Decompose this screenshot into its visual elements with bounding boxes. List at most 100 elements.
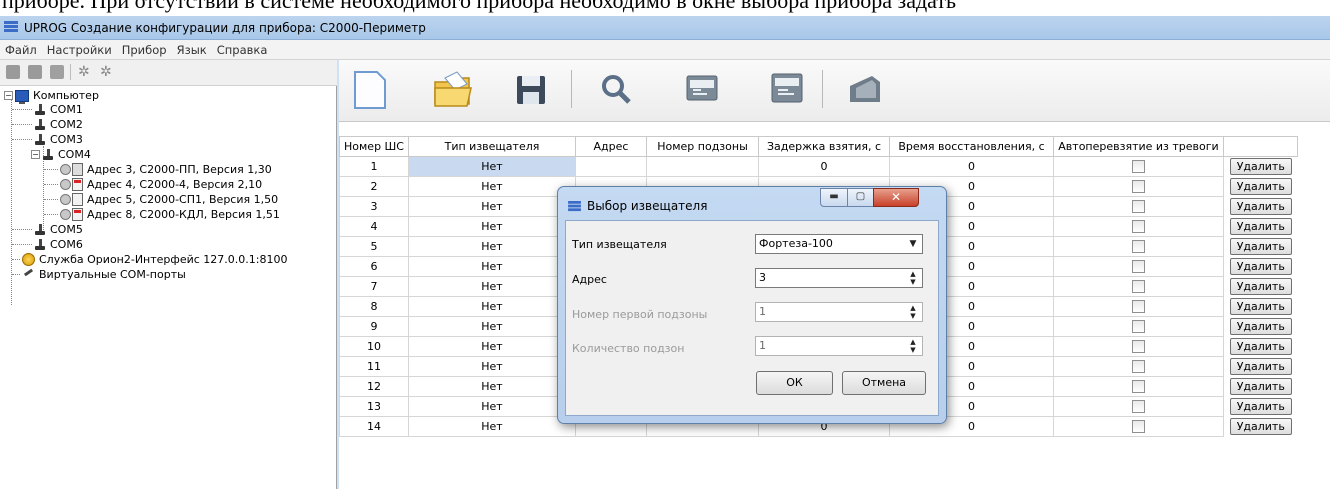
save-icon[interactable] — [50, 65, 64, 79]
detector-type-cell[interactable]: Нет — [408, 196, 576, 217]
delete-button[interactable]: Удалить — [1229, 218, 1292, 235]
delete-button[interactable]: Удалить — [1229, 318, 1292, 335]
menu-file[interactable]: Файл — [0, 40, 42, 57]
new-icon[interactable] — [6, 65, 20, 79]
address-cell[interactable] — [575, 156, 647, 177]
detector-type-cell[interactable]: Нет — [408, 276, 576, 297]
auto-rearm-checkbox[interactable] — [1132, 360, 1145, 374]
delete-button[interactable]: Удалить — [1229, 278, 1292, 295]
tree-item-com1[interactable]: COM1 — [12, 102, 83, 117]
loop-number-cell[interactable]: 11 — [339, 356, 409, 377]
collapse-icon[interactable]: − — [4, 91, 13, 100]
detector-type-cell[interactable]: Нет — [408, 236, 576, 257]
delete-button[interactable]: Удалить — [1229, 298, 1292, 315]
col-header-restore-time[interactable]: Время восстановления, с — [889, 136, 1054, 157]
menu-help[interactable]: Справка — [212, 40, 273, 57]
read-config-icon[interactable] — [679, 68, 725, 112]
detector-type-cell[interactable]: Нет — [408, 296, 576, 317]
tree-item-com5[interactable]: COM5 — [12, 222, 83, 237]
tree-item-device[interactable]: Адрес 3, С2000-ПП, Версия 1,30 — [44, 162, 272, 177]
detector-type-cell[interactable]: Нет — [408, 376, 576, 397]
auto-rearm-checkbox[interactable] — [1132, 200, 1145, 214]
delete-button[interactable]: Удалить — [1229, 338, 1292, 355]
ok-button[interactable]: ОК — [756, 371, 833, 395]
minimize-icon[interactable]: ▬ — [820, 188, 848, 207]
open-icon[interactable] — [28, 65, 42, 79]
delete-button[interactable]: Удалить — [1229, 258, 1292, 275]
loop-number-cell[interactable]: 2 — [339, 176, 409, 197]
tree-item-device[interactable]: Адрес 5, С2000-СП1, Версия 1,50 — [44, 192, 278, 207]
detector-type-cell[interactable]: Нет — [408, 156, 576, 177]
detector-type-cell[interactable]: Нет — [408, 356, 576, 377]
auto-rearm-checkbox[interactable] — [1132, 320, 1145, 334]
loop-number-cell[interactable]: 6 — [339, 256, 409, 277]
tree-item-service[interactable]: Служба Орион2-Интерфейс 127.0.0.1:8100 — [12, 252, 287, 267]
tree-item-computer[interactable]: − Компьютер — [4, 88, 99, 104]
delete-button[interactable]: Удалить — [1229, 358, 1292, 375]
gears-icon[interactable]: ✲ — [100, 65, 114, 79]
delete-button[interactable]: Удалить — [1229, 198, 1292, 215]
delete-button[interactable]: Удалить — [1229, 158, 1292, 176]
first-subzone-spinner[interactable]: 1 ▲ ▼ — [755, 302, 923, 322]
gear-icon[interactable]: ✲ — [78, 65, 92, 79]
auto-rearm-checkbox[interactable] — [1132, 380, 1145, 394]
loop-number-cell[interactable]: 10 — [339, 336, 409, 357]
tree-item-com4[interactable]: − COM4 — [31, 147, 91, 162]
loop-number-cell[interactable]: 7 — [339, 276, 409, 297]
tree-item-virtual-ports[interactable]: Виртуальные COM-порты — [12, 267, 186, 282]
spinner-arrows-icon[interactable]: ▲ ▼ — [905, 270, 921, 286]
col-header-loop[interactable]: Номер ШС — [339, 136, 409, 157]
spinner-arrows-icon[interactable]: ▲ ▼ — [905, 304, 921, 320]
loop-number-cell[interactable]: 3 — [339, 196, 409, 217]
maximize-icon[interactable]: ▢ — [847, 188, 874, 207]
new-document-icon[interactable] — [347, 68, 393, 112]
loop-number-cell[interactable]: 5 — [339, 236, 409, 257]
auto-rearm-checkbox[interactable] — [1132, 180, 1145, 194]
chevron-down-icon[interactable]: ▼ — [905, 236, 921, 252]
auto-rearm-checkbox[interactable] — [1132, 420, 1145, 434]
auto-rearm-checkbox[interactable] — [1132, 340, 1145, 354]
collapse-icon[interactable]: − — [31, 150, 40, 159]
cancel-button[interactable]: Отмена — [842, 371, 926, 395]
close-icon[interactable]: ✕ — [873, 188, 919, 207]
menu-settings[interactable]: Настройки — [42, 40, 117, 57]
arm-delay-cell[interactable]: 0 — [758, 156, 890, 177]
auto-rearm-checkbox[interactable] — [1132, 300, 1145, 314]
open-folder-icon[interactable] — [431, 68, 477, 112]
restore-time-cell[interactable]: 0 — [889, 156, 1054, 177]
delete-button[interactable]: Удалить — [1229, 418, 1292, 435]
col-header-subzone[interactable]: Номер подзоны — [646, 136, 759, 157]
auto-rearm-checkbox[interactable] — [1132, 260, 1145, 274]
loop-number-cell[interactable]: 8 — [339, 296, 409, 317]
spinner-arrows-icon[interactable]: ▲ ▼ — [905, 338, 921, 354]
delete-button[interactable]: Удалить — [1229, 378, 1292, 395]
col-header-auto-rearm[interactable]: Автоперевзятие из тревоги — [1053, 136, 1224, 157]
write-config-icon[interactable] — [764, 68, 810, 112]
search-icon[interactable] — [594, 68, 640, 112]
col-header-address[interactable]: Адрес — [575, 136, 647, 157]
loop-number-cell[interactable]: 14 — [339, 416, 409, 437]
menu-device[interactable]: Прибор — [117, 40, 172, 57]
detector-type-select[interactable]: Фортеза-100 ▼ — [755, 234, 923, 254]
detector-type-cell[interactable]: Нет — [408, 316, 576, 337]
loop-number-cell[interactable]: 9 — [339, 316, 409, 337]
device-settings-icon[interactable] — [842, 68, 888, 112]
loop-number-cell[interactable]: 12 — [339, 376, 409, 397]
detector-type-cell[interactable]: Нет — [408, 416, 576, 437]
detector-type-cell[interactable]: Нет — [408, 176, 576, 197]
col-header-arm-delay[interactable]: Задержка взятия, с — [758, 136, 890, 157]
subzone-cell[interactable] — [646, 156, 759, 177]
tree-item-com2[interactable]: COM2 — [12, 117, 83, 132]
detector-type-cell[interactable]: Нет — [408, 216, 576, 237]
loop-number-cell[interactable]: 4 — [339, 216, 409, 237]
save-disk-icon[interactable] — [509, 68, 555, 112]
auto-rearm-checkbox[interactable] — [1132, 240, 1145, 254]
tree-item-device[interactable]: Адрес 4, С2000-4, Версия 2,10 — [44, 177, 262, 192]
delete-button[interactable]: Удалить — [1229, 178, 1292, 195]
col-header-detector-type[interactable]: Тип извещателя — [408, 136, 576, 157]
tree-item-com3[interactable]: COM3 — [12, 132, 83, 147]
detector-type-cell[interactable]: Нет — [408, 396, 576, 417]
address-spinner[interactable]: 3 ▲ ▼ — [755, 268, 923, 288]
tree-item-device[interactable]: Адрес 8, С2000-КДЛ, Версия 1,51 — [44, 207, 280, 222]
detector-type-cell[interactable]: Нет — [408, 256, 576, 277]
